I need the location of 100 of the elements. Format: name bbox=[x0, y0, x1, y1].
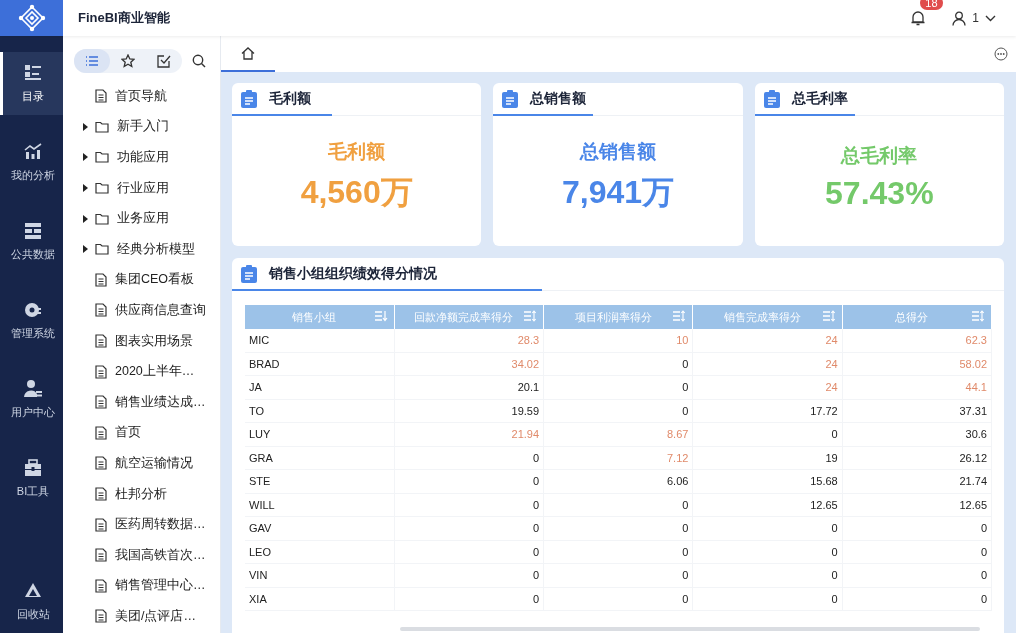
table-cell: 17.72 bbox=[692, 399, 843, 423]
expand-caret-icon[interactable] bbox=[81, 122, 89, 131]
document-icon bbox=[95, 487, 107, 501]
table-cell: 0 bbox=[394, 446, 544, 470]
table-cell: TO bbox=[245, 399, 395, 423]
report-item[interactable]: 集团CEO看板 bbox=[81, 264, 220, 296]
table-cell: WILL bbox=[245, 493, 395, 517]
kpi-value: 57.43% bbox=[825, 174, 934, 212]
table-cell: 0 bbox=[394, 540, 544, 564]
user-menu[interactable]: 1 bbox=[952, 10, 996, 26]
notification-button[interactable] bbox=[910, 10, 927, 26]
folder-item[interactable]: 新手入门 bbox=[81, 111, 220, 143]
table-cell: 20.1 bbox=[394, 375, 544, 399]
nav-item[interactable]: 管理系统 bbox=[0, 289, 63, 352]
table-cell: 26.12 bbox=[842, 446, 992, 470]
table-cell: 44.1 bbox=[842, 375, 992, 399]
table-cell: 0 bbox=[692, 563, 843, 587]
report-item[interactable]: 我国高铁首次… bbox=[81, 539, 220, 571]
folder-item[interactable]: 业务应用 bbox=[81, 203, 220, 234]
nav-item[interactable]: 目录 bbox=[0, 52, 63, 115]
table-cell: GRA bbox=[245, 446, 395, 470]
table-cell: 0 bbox=[543, 375, 693, 399]
document-icon bbox=[95, 395, 107, 410]
report-item[interactable]: 首页导航 bbox=[81, 81, 220, 112]
document-icon bbox=[95, 456, 107, 471]
app-title: FineBI商业智能 bbox=[78, 9, 170, 27]
nav-item[interactable]: 回收站 bbox=[0, 570, 63, 633]
expand-caret-icon[interactable] bbox=[81, 214, 89, 223]
table-cell: VIN bbox=[245, 563, 395, 587]
table-cell: LEO bbox=[245, 540, 395, 564]
table-cell: XIA bbox=[245, 587, 395, 611]
user-icon bbox=[23, 379, 43, 399]
clipboard-icon bbox=[502, 90, 519, 108]
report-item[interactable]: 销售业绩达成… bbox=[81, 386, 220, 418]
nav-item[interactable]: 用户中心 bbox=[0, 368, 63, 431]
card-title: 销售小组组织绩效得分情况 bbox=[269, 265, 437, 283]
table-cell: 19.59 bbox=[394, 399, 544, 423]
table-cell: 28.3 bbox=[394, 329, 544, 352]
table-cell: 37.31 bbox=[842, 399, 992, 423]
kpi-value: 4,560万 bbox=[300, 173, 413, 212]
home-icon bbox=[241, 46, 255, 60]
report-item[interactable]: 杜邦分析 bbox=[81, 478, 220, 510]
report-item[interactable]: 医药周转数据… bbox=[81, 509, 220, 540]
expand-caret-icon[interactable] bbox=[81, 153, 89, 162]
list-icon bbox=[85, 54, 99, 68]
table-cell: 34.02 bbox=[394, 352, 544, 376]
table-cell: STE bbox=[245, 469, 395, 493]
table-cell: 58.02 bbox=[842, 352, 992, 376]
document-icon bbox=[95, 548, 107, 563]
table-icon bbox=[23, 221, 43, 241]
table-cell: GAV bbox=[245, 516, 395, 540]
card-title: 总毛利率 bbox=[791, 90, 848, 108]
table-cell: 30.6 bbox=[842, 422, 992, 446]
nav-item[interactable]: BI工具 bbox=[0, 447, 63, 510]
table-cell: 0 bbox=[842, 587, 992, 611]
bell-icon bbox=[910, 10, 927, 26]
report-item[interactable]: 供应商信息查询 bbox=[81, 295, 220, 326]
table-cell: 7.12 bbox=[543, 446, 693, 470]
nav-item[interactable]: 公共数据 bbox=[0, 210, 63, 273]
table-cell: 0 bbox=[692, 516, 843, 540]
table-cell: 0 bbox=[543, 516, 693, 540]
table-cell: 10 bbox=[543, 329, 693, 352]
table-cell: 15.68 bbox=[692, 469, 843, 493]
table-cell: 12.65 bbox=[692, 493, 843, 517]
report-item[interactable]: 销售管理中心… bbox=[81, 570, 220, 602]
table-cell: 12.65 bbox=[842, 493, 992, 517]
kpi-label: 总毛利率 bbox=[841, 143, 918, 168]
table-cell: 24 bbox=[692, 375, 843, 399]
table-cell: 0 bbox=[692, 422, 843, 446]
table-cell: 0 bbox=[842, 540, 992, 564]
report-item[interactable]: 首页 bbox=[81, 417, 220, 449]
nav-item[interactable]: 我的分析 bbox=[0, 131, 63, 194]
table-cell: JA bbox=[245, 375, 395, 399]
table-cell: 24 bbox=[692, 352, 843, 376]
table-cell: 0 bbox=[543, 563, 693, 587]
toolbox-icon bbox=[23, 458, 43, 478]
kpi-value: 7,941万 bbox=[561, 173, 675, 212]
folder-item[interactable]: 功能应用 bbox=[81, 142, 220, 173]
list-icon bbox=[23, 63, 43, 83]
report-item[interactable]: 美团/点评店… bbox=[81, 601, 220, 632]
notification-badge: 18 bbox=[920, 0, 943, 10]
expand-caret-icon[interactable] bbox=[81, 245, 89, 254]
search-button[interactable] bbox=[192, 54, 206, 68]
report-item[interactable]: 航空运输情况 bbox=[81, 448, 220, 479]
report-item[interactable]: 2020上半年… bbox=[81, 356, 220, 387]
card-title: 毛利额 bbox=[269, 90, 311, 108]
checkbox-icon bbox=[157, 54, 171, 68]
folder-item[interactable]: 行业应用 bbox=[81, 172, 220, 204]
folder-item[interactable]: 经典分析模型 bbox=[81, 233, 220, 265]
more-icon bbox=[994, 47, 1008, 61]
table-cell: 0 bbox=[842, 563, 992, 587]
document-icon bbox=[95, 609, 107, 624]
table-cell: 0 bbox=[394, 493, 544, 517]
folder-icon bbox=[95, 243, 109, 256]
chevron-down-icon bbox=[985, 14, 996, 22]
expand-caret-icon[interactable] bbox=[81, 184, 89, 193]
document-icon bbox=[95, 303, 107, 318]
report-item[interactable]: 图表实用场景 bbox=[81, 325, 220, 357]
document-icon bbox=[95, 334, 107, 349]
bar-chart-icon bbox=[23, 142, 43, 162]
